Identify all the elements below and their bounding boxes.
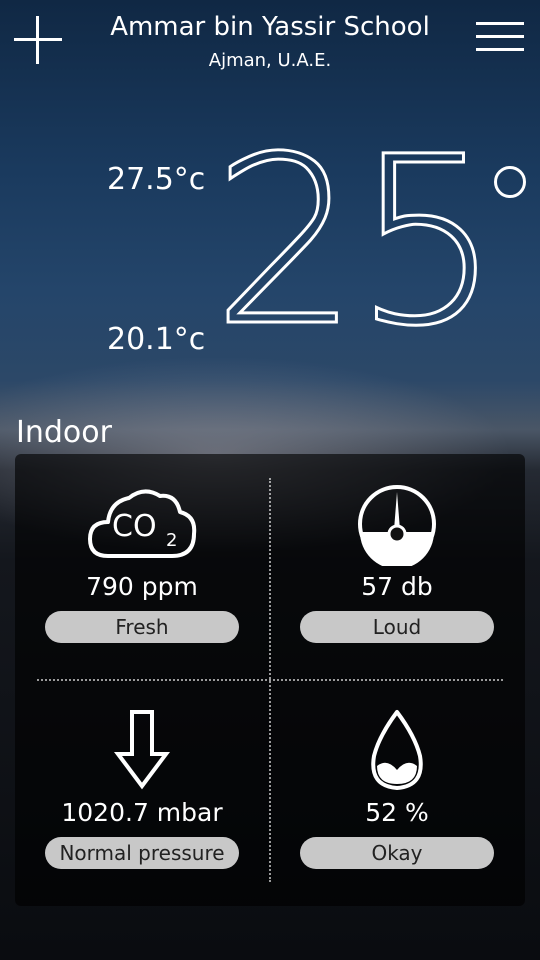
horizontal-divider: [37, 679, 503, 681]
degree-icon: [494, 166, 526, 198]
svg-text:2: 2: [166, 530, 177, 551]
water-drop-icon: [371, 710, 423, 790]
arrow-down-icon: [114, 710, 170, 790]
current-temperature: 25: [210, 107, 502, 377]
humidity-value: 52 %: [365, 798, 429, 827]
location-subtitle: Ajman, U.A.E.: [208, 50, 332, 71]
pressure-cell: 1020.7 mbar Normal pressure: [27, 708, 257, 869]
noise-cell: 57 db Loud: [282, 482, 512, 643]
co2-cell: CO 2 790 ppm Fresh: [27, 482, 257, 643]
co2-cloud-icon: CO 2: [88, 489, 197, 558]
humidity-cell: 52 % Okay: [282, 708, 512, 869]
co2-status-badge[interactable]: Fresh: [45, 611, 239, 643]
school-title: Ammar bin Yassir School: [110, 12, 430, 42]
gauge-icon: [358, 485, 436, 566]
menu-button[interactable]: [476, 22, 524, 54]
svg-text:CO: CO: [112, 509, 157, 544]
pressure-value: 1020.7 mbar: [61, 798, 223, 827]
low-temperature: 20.1°c: [107, 322, 206, 357]
noise-value: 57 db: [361, 572, 433, 601]
indoor-panel: CO 2 790 ppm Fresh 57 db Loud 1020.7 mba…: [15, 454, 525, 906]
indoor-heading: Indoor: [16, 415, 112, 450]
humidity-status-badge[interactable]: Okay: [300, 837, 494, 869]
co2-value: 790 ppm: [86, 572, 198, 601]
high-temperature: 27.5°c: [107, 162, 206, 197]
noise-status-badge[interactable]: Loud: [300, 611, 494, 643]
pressure-status-badge[interactable]: Normal pressure: [45, 837, 239, 869]
top-bar: Ammar bin Yassir School Ajman, U.A.E.: [0, 0, 540, 80]
